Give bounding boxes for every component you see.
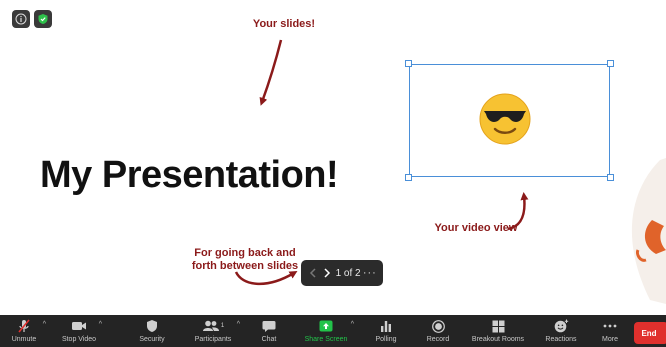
security-label: Security xyxy=(139,336,165,343)
chat-bubble-icon xyxy=(262,318,276,334)
resize-handle-bottom-left[interactable] xyxy=(405,174,412,181)
annotation-slide-navigation: For going back and forth between slides xyxy=(180,247,310,273)
decorative-slide-graphic xyxy=(631,158,666,304)
breakout-rooms-button[interactable]: Breakout Rooms xyxy=(466,315,530,347)
security-button[interactable]: Security xyxy=(120,315,184,347)
more-label: More xyxy=(602,336,618,343)
record-button[interactable]: Record xyxy=(414,315,462,347)
presentation-window: Your slides! Your video view For going b… xyxy=(0,0,666,347)
share-options-caret-icon[interactable]: ^ xyxy=(351,321,354,328)
chat-button[interactable]: Chat xyxy=(248,315,290,347)
arrow-to-slides xyxy=(259,39,283,106)
annotation-nav-line-1: For going back and xyxy=(194,247,296,259)
share-screen-label: Share Screen xyxy=(304,336,348,343)
annotation-your-slides: Your slides! xyxy=(252,18,316,30)
unmute-button[interactable]: Unmute ^ xyxy=(0,315,48,347)
chevron-right-icon[interactable] xyxy=(321,268,333,278)
annotation-video-view: Your video view xyxy=(434,222,518,234)
muted-microphone-icon xyxy=(17,318,31,334)
record-label: Record xyxy=(426,336,450,343)
stop-video-button[interactable]: Stop Video ^ xyxy=(48,315,110,347)
more-dots-icon xyxy=(603,318,617,334)
shield-check-icon[interactable] xyxy=(34,10,52,28)
participants-options-caret-icon[interactable]: ^ xyxy=(237,321,240,328)
resize-handle-top-right[interactable] xyxy=(607,60,614,67)
unmute-options-caret-icon[interactable]: ^ xyxy=(43,321,46,328)
stop-video-label: Stop Video xyxy=(61,336,97,343)
chat-label: Chat xyxy=(261,336,277,343)
bar-chart-icon xyxy=(380,318,392,334)
slide-page-indicator: 1 of 2 xyxy=(335,267,361,279)
breakout-rooms-label: Breakout Rooms xyxy=(471,336,525,343)
participants-icon: 1 xyxy=(202,318,224,334)
slide-title: My Presentation! xyxy=(40,154,339,196)
participants-count: 1 xyxy=(220,323,225,329)
slide-nav-more-icon[interactable]: ··· xyxy=(363,267,377,279)
reactions-button[interactable]: Reactions xyxy=(536,315,586,347)
polling-button[interactable]: Polling xyxy=(362,315,410,347)
meeting-toolbar: Unmute ^ Stop Video ^ Security 1 Partici… xyxy=(0,315,666,347)
info-icon[interactable] xyxy=(12,10,30,28)
sunglasses-emoji-icon xyxy=(479,93,531,145)
shield-icon xyxy=(146,318,158,334)
share-screen-icon xyxy=(319,318,333,334)
meeting-status-icons xyxy=(12,10,52,28)
unmute-label: Unmute xyxy=(11,336,37,343)
resize-handle-top-left[interactable] xyxy=(405,60,412,67)
participants-button[interactable]: 1 Participants ^ xyxy=(184,315,242,347)
record-icon xyxy=(431,318,445,334)
chevron-left-icon[interactable] xyxy=(307,268,319,278)
more-button[interactable]: More xyxy=(592,315,628,347)
slide-navigator: 1 of 2 ··· xyxy=(301,260,383,286)
polling-label: Polling xyxy=(375,336,397,343)
video-camera-icon xyxy=(71,318,87,334)
arrow-to-nav xyxy=(234,270,298,286)
breakout-rooms-icon xyxy=(492,318,505,334)
share-screen-button[interactable]: Share Screen ^ xyxy=(296,315,356,347)
reactions-label: Reactions xyxy=(545,336,577,343)
smiley-plus-icon xyxy=(554,318,569,334)
end-meeting-button[interactable]: End xyxy=(634,322,666,344)
annotation-nav-line-2: forth between slides xyxy=(191,260,299,272)
video-options-caret-icon[interactable]: ^ xyxy=(99,321,102,328)
participants-label: Participants xyxy=(194,336,232,343)
